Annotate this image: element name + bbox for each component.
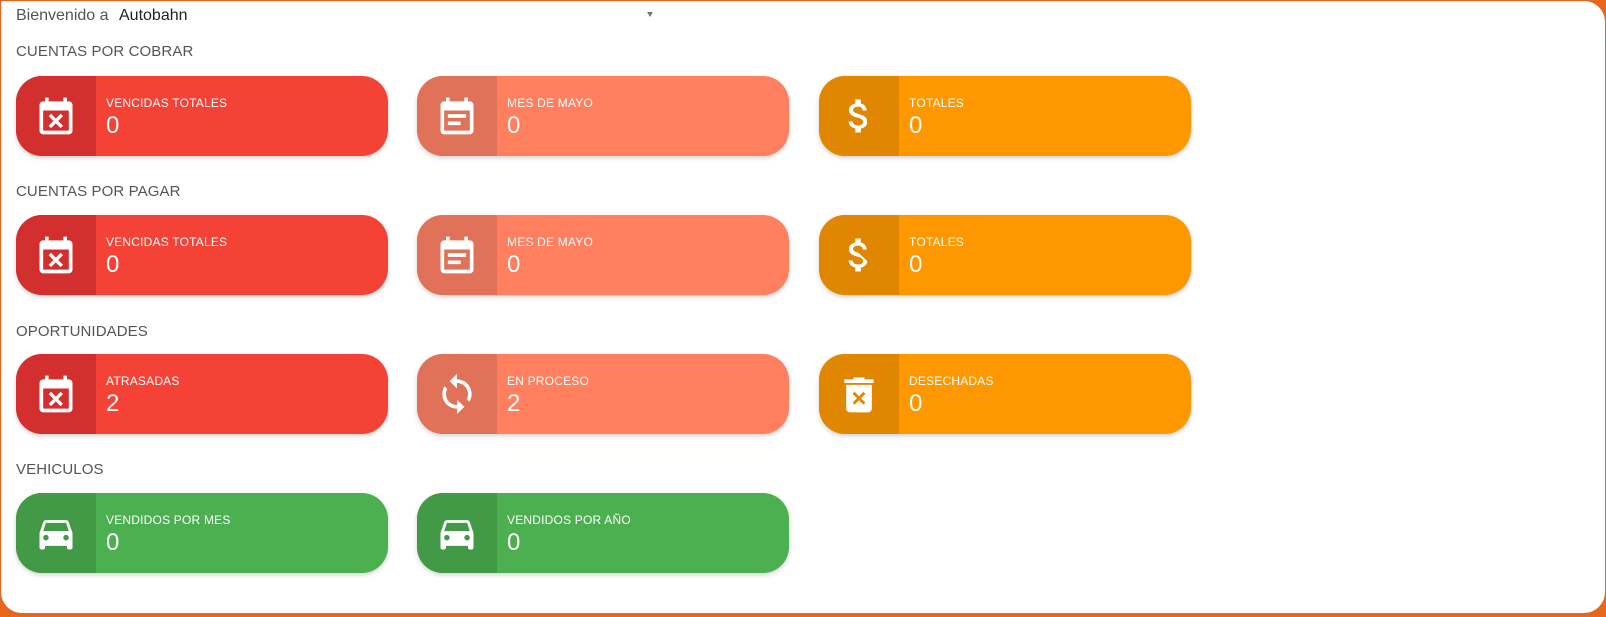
card-value: 0 — [106, 251, 120, 278]
card-value: 2 — [106, 390, 120, 417]
card-vehiculos-por-mes[interactable]: VENDIDOS POR MES 0 — [16, 493, 388, 573]
card-value: 0 — [507, 112, 521, 139]
trash-x-icon — [819, 354, 899, 434]
card-pagar-vencidas[interactable]: VENCIDAS TOTALES 0 — [16, 215, 388, 295]
section-title-vehiculos: VEHICULOS — [16, 461, 104, 478]
dollar-icon — [819, 215, 899, 295]
calendar-x-icon — [16, 76, 96, 156]
main-panel: Bienvenido a Autobahn CUENTAS POR COBRAR… — [0, 0, 1606, 614]
car-icon — [417, 493, 497, 573]
card-oportunidades-en-proceso[interactable]: EN PROCESO 2 — [417, 354, 789, 434]
card-label: VENDIDOS POR AÑO — [507, 513, 631, 527]
card-value: 0 — [507, 529, 521, 556]
card-label: TOTALES — [909, 235, 964, 249]
card-value: 0 — [909, 390, 923, 417]
card-value: 0 — [106, 112, 120, 139]
welcome-label: Bienvenido a — [16, 7, 109, 24]
section-title-cuentas-por-cobrar: CUENTAS POR COBRAR — [16, 43, 194, 60]
card-oportunidades-atrasadas[interactable]: ATRASADAS 2 — [16, 354, 388, 434]
card-oportunidades-desechadas[interactable]: DESECHADAS 0 — [819, 354, 1191, 434]
card-label: VENDIDOS POR MES — [106, 513, 231, 527]
card-label: VENCIDAS TOTALES — [106, 235, 228, 249]
card-label: MES DE MAYO — [507, 235, 593, 249]
company-select-value: Autobahn — [119, 7, 188, 24]
card-label: MES DE MAYO — [507, 96, 593, 110]
card-vehiculos-por-ano[interactable]: VENDIDOS POR AÑO 0 — [417, 493, 789, 573]
card-value: 0 — [507, 251, 521, 278]
card-cobrar-totales[interactable]: TOTALES 0 — [819, 76, 1191, 156]
card-pagar-mes[interactable]: MES DE MAYO 0 — [417, 215, 789, 295]
card-value: 2 — [507, 390, 521, 417]
card-label: EN PROCESO — [507, 374, 590, 388]
card-cobrar-vencidas[interactable]: VENCIDAS TOTALES 0 — [16, 76, 388, 156]
calendar-x-icon — [16, 354, 96, 434]
calendar-x-icon — [16, 215, 96, 295]
company-select[interactable]: Autobahn — [119, 3, 656, 29]
card-value: 0 — [909, 112, 923, 139]
chevron-down-icon — [647, 12, 653, 17]
dollar-icon — [819, 76, 899, 156]
card-label: DESECHADAS — [909, 374, 994, 388]
welcome-bar: Bienvenido a — [16, 4, 109, 28]
card-cobrar-mes[interactable]: MES DE MAYO 0 — [417, 76, 789, 156]
card-pagar-totales[interactable]: TOTALES 0 — [819, 215, 1191, 295]
card-label: ATRASADAS — [106, 374, 180, 388]
card-label: VENCIDAS TOTALES — [106, 96, 228, 110]
car-icon — [16, 493, 96, 573]
refresh-icon — [417, 354, 497, 434]
card-value: 0 — [909, 251, 923, 278]
calendar-note-icon — [417, 215, 497, 295]
card-label: TOTALES — [909, 96, 964, 110]
card-value: 0 — [106, 529, 120, 556]
calendar-note-icon — [417, 76, 497, 156]
section-title-oportunidades: OPORTUNIDADES — [16, 323, 148, 340]
section-title-cuentas-por-pagar: CUENTAS POR PAGAR — [16, 183, 181, 200]
